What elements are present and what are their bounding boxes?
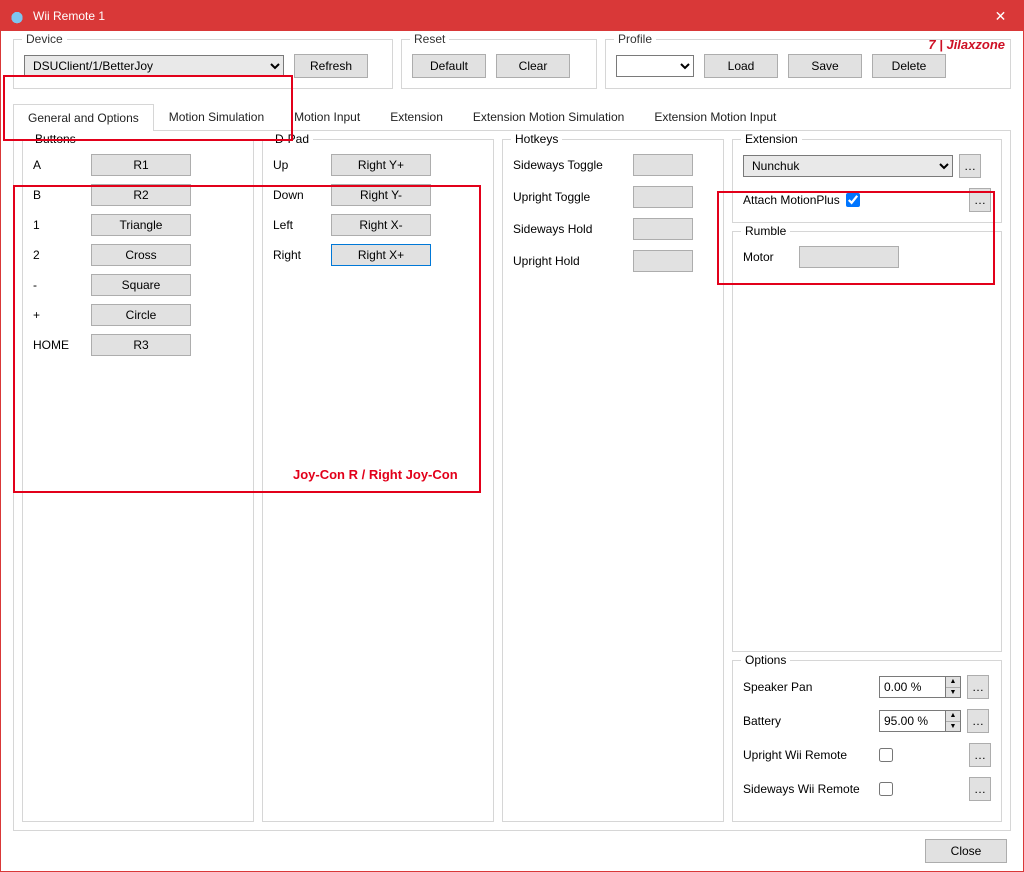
- spin-down-icon[interactable]: ▼: [946, 688, 960, 698]
- device-select[interactable]: DSUClient/1/BetterJoy: [24, 55, 284, 77]
- dpad-panel: D-Pad UpRight Y+ DownRight Y- LeftRight …: [262, 139, 494, 822]
- map-plus: +Circle: [33, 304, 243, 326]
- hk-slot[interactable]: [633, 154, 693, 176]
- clear-button[interactable]: Clear: [496, 54, 570, 78]
- profile-label: Profile: [614, 32, 656, 46]
- reset-label: Reset: [410, 32, 449, 46]
- map-minus-btn[interactable]: Square: [91, 274, 191, 296]
- map-plus-btn[interactable]: Circle: [91, 304, 191, 326]
- tab-general[interactable]: General and Options: [13, 104, 154, 131]
- options-panel: Options Speaker Pan ▲▼ … Battery ▲: [732, 660, 1002, 822]
- extension-panel: Extension Nunchuk … Attach MotionPlus …: [732, 139, 1002, 223]
- map-2: 2Cross: [33, 244, 243, 266]
- upright-checkbox[interactable]: [879, 748, 893, 762]
- load-button[interactable]: Load: [704, 54, 778, 78]
- buttons-title: Buttons: [31, 132, 80, 146]
- map-right-btn[interactable]: Right X+: [331, 244, 431, 266]
- hotkeys-title: Hotkeys: [511, 132, 562, 146]
- map-left-btn[interactable]: Right X-: [331, 214, 431, 236]
- map-1: 1Triangle: [33, 214, 243, 236]
- sideways-more-button[interactable]: …: [969, 777, 991, 801]
- speaker-pan-more-button[interactable]: …: [967, 675, 989, 699]
- battery-input[interactable]: [879, 710, 945, 732]
- hk-sideways-toggle: Sideways Toggle: [513, 154, 713, 176]
- motor-slot[interactable]: [799, 246, 899, 268]
- extension-more-button[interactable]: …: [959, 154, 981, 178]
- tab-motion-input[interactable]: Motion Input: [279, 103, 375, 130]
- map-a-btn[interactable]: R1: [91, 154, 191, 176]
- sideways-checkbox[interactable]: [879, 782, 893, 796]
- dpad-title: D-Pad: [271, 132, 313, 146]
- hk-upright-toggle: Upright Toggle: [513, 186, 713, 208]
- map-b: BR2: [33, 184, 243, 206]
- upright-label: Upright Wii Remote: [743, 748, 873, 762]
- map-down-btn[interactable]: Right Y-: [331, 184, 431, 206]
- app-icon: [9, 8, 25, 24]
- options-title: Options: [741, 653, 790, 667]
- profile-group: Profile Load Save Delete: [605, 39, 1011, 89]
- attach-mp-checkbox[interactable]: [846, 193, 860, 207]
- hk-sideways-hold: Sideways Hold: [513, 218, 713, 240]
- hotkeys-panel: Hotkeys Sideways Toggle Upright Toggle S…: [502, 139, 724, 822]
- upright-more-button[interactable]: …: [969, 743, 991, 767]
- profile-select[interactable]: [616, 55, 694, 77]
- map-2-btn[interactable]: Cross: [91, 244, 191, 266]
- refresh-button[interactable]: Refresh: [294, 54, 368, 78]
- save-button[interactable]: Save: [788, 54, 862, 78]
- map-home: HOMER3: [33, 334, 243, 356]
- device-label: Device: [22, 32, 67, 46]
- hk-slot[interactable]: [633, 218, 693, 240]
- close-icon[interactable]: ✕: [978, 1, 1023, 31]
- attach-mp-more-button[interactable]: …: [969, 188, 991, 212]
- tab-motion-sim[interactable]: Motion Simulation: [154, 103, 279, 130]
- map-a: AR1: [33, 154, 243, 176]
- default-button[interactable]: Default: [412, 54, 486, 78]
- speaker-pan-input[interactable]: [879, 676, 945, 698]
- map-down: DownRight Y-: [273, 184, 483, 206]
- spin-up-icon[interactable]: ▲: [946, 677, 960, 688]
- spin-down-icon[interactable]: ▼: [946, 722, 960, 732]
- tab-ext-motion-sim[interactable]: Extension Motion Simulation: [458, 103, 639, 130]
- motor-label: Motor: [743, 250, 791, 264]
- hk-upright-hold: Upright Hold: [513, 250, 713, 272]
- speaker-pan-spinner[interactable]: ▲▼: [879, 676, 961, 698]
- delete-button[interactable]: Delete: [872, 54, 946, 78]
- titlebar: Wii Remote 1 ✕: [1, 1, 1023, 31]
- map-1-btn[interactable]: Triangle: [91, 214, 191, 236]
- tab-ext-motion-input[interactable]: Extension Motion Input: [639, 103, 791, 130]
- map-home-btn[interactable]: R3: [91, 334, 191, 356]
- speaker-pan-label: Speaker Pan: [743, 680, 873, 694]
- battery-spinner[interactable]: ▲▼: [879, 710, 961, 732]
- attach-mp-label: Attach MotionPlus: [743, 193, 840, 207]
- window-title: Wii Remote 1: [33, 9, 978, 23]
- extension-title: Extension: [741, 132, 802, 146]
- rumble-title: Rumble: [741, 224, 790, 238]
- tab-bar: General and Options Motion Simulation Mo…: [13, 103, 1011, 131]
- map-up: UpRight Y+: [273, 154, 483, 176]
- spin-up-icon[interactable]: ▲: [946, 711, 960, 722]
- close-button[interactable]: Close: [925, 839, 1007, 863]
- extension-select[interactable]: Nunchuk: [743, 155, 953, 177]
- battery-more-button[interactable]: …: [967, 709, 989, 733]
- buttons-panel: Buttons AR1 BR2 1Triangle 2Cross -Square…: [22, 139, 254, 822]
- map-b-btn[interactable]: R2: [91, 184, 191, 206]
- device-group: Device DSUClient/1/BetterJoy Refresh: [13, 39, 393, 89]
- map-left: LeftRight X-: [273, 214, 483, 236]
- battery-label: Battery: [743, 714, 873, 728]
- map-right: RightRight X+: [273, 244, 483, 266]
- map-minus: -Square: [33, 274, 243, 296]
- hk-slot[interactable]: [633, 186, 693, 208]
- map-up-btn[interactable]: Right Y+: [331, 154, 431, 176]
- reset-group: Reset Default Clear: [401, 39, 597, 89]
- tab-extension[interactable]: Extension: [375, 103, 458, 130]
- sideways-label: Sideways Wii Remote: [743, 782, 873, 796]
- rumble-panel: Rumble Motor: [732, 231, 1002, 652]
- hk-slot[interactable]: [633, 250, 693, 272]
